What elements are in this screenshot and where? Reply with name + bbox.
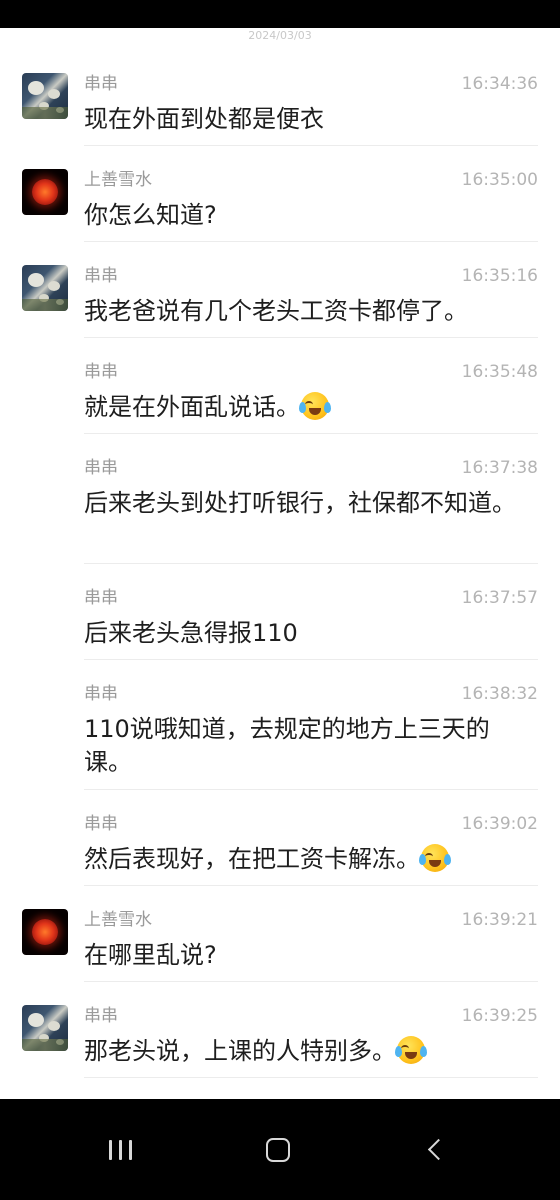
message-text: 就是在外面乱说话。	[84, 393, 300, 421]
message-time: 16:35:48	[461, 362, 538, 382]
home-icon	[266, 1137, 290, 1162]
back-icon	[427, 1138, 449, 1161]
back-button[interactable]	[395, 1099, 475, 1200]
sender-name: 串串	[84, 684, 118, 704]
message-time: 16:35:00	[461, 170, 538, 190]
recent-apps-button[interactable]	[80, 1099, 160, 1200]
message-text: 然后表现好，在把工资卡解冻。	[84, 845, 420, 873]
status-bar	[0, 0, 560, 28]
sender-name: 串串	[84, 1006, 118, 1026]
message-text: 后来老头急得报110	[84, 619, 298, 647]
message-text: 在哪里乱说?	[84, 941, 217, 969]
sender-name: 串串	[84, 458, 118, 478]
message-text-wrap: 那老头说，上课的人特别多。	[84, 1035, 534, 1068]
face-with-tears-of-joy-icon	[395, 1036, 427, 1064]
message-time: 16:39:21	[461, 910, 538, 930]
message-item[interactable]: 串串 16:37:57 后来老头急得报110	[0, 564, 560, 660]
message-item[interactable]: 串串 16:39:02 然后表现好，在把工资卡解冻。	[0, 790, 560, 886]
divider	[84, 1077, 538, 1078]
sender-name: 串串	[84, 266, 118, 286]
home-button[interactable]	[238, 1099, 318, 1200]
message-text-wrap: 然后表现好，在把工资卡解冻。	[84, 843, 534, 876]
date-header: 2024/03/03	[248, 29, 312, 42]
message-text: 那老头说，上课的人特别多。	[84, 1037, 396, 1065]
message-time: 16:35:16	[461, 266, 538, 286]
message-time: 16:38:32	[461, 684, 538, 704]
message-time: 16:34:36	[461, 74, 538, 94]
red-sun-avatar[interactable]	[22, 169, 68, 215]
message-time: 16:39:25	[461, 1006, 538, 1026]
painting-avatar[interactable]	[22, 1005, 68, 1051]
message-item[interactable]: 串串 16:34:36 现在外面到处都是便衣	[0, 50, 560, 146]
message-text: 我老爸说有几个老头工资卡都停了。	[84, 297, 468, 325]
red-sun-avatar[interactable]	[22, 909, 68, 955]
message-item[interactable]: 上善雪水 16:35:00 你怎么知道?	[0, 146, 560, 242]
message-text: 后来老头到处打听银行，社保都不知道。	[84, 489, 516, 517]
message-item[interactable]: 串串 16:38:32 110说哦知道，去规定的地方上三天的课。	[0, 660, 560, 790]
painting-avatar[interactable]	[22, 73, 68, 119]
sender-name: 串串	[84, 588, 118, 608]
message-text: 110说哦知道，去规定的地方上三天的课。	[84, 715, 490, 776]
sender-name: 上善雪水	[84, 170, 152, 190]
recent-apps-icon	[108, 1139, 132, 1160]
message-time: 16:37:57	[461, 588, 538, 608]
message-text: 现在外面到处都是便衣	[84, 105, 324, 133]
message-text-wrap: 就是在外面乱说话。	[84, 391, 534, 424]
chat-record-list[interactable]: 串串 16:34:36 现在外面到处都是便衣 上善雪水 16:35:00 你怎么…	[0, 50, 560, 1078]
message-item[interactable]: 串串 16:35:16 我老爸说有几个老头工资卡都停了。	[0, 242, 560, 338]
message-item[interactable]: 上善雪水 16:39:21 在哪里乱说?	[0, 886, 560, 982]
face-with-tears-of-joy-icon	[299, 392, 331, 420]
message-item[interactable]: 串串 16:37:38 后来老头到处打听银行，社保都不知道。	[0, 434, 560, 564]
message-item[interactable]: 串串 16:39:25 那老头说，上课的人特别多。	[0, 982, 560, 1078]
sender-name: 串串	[84, 814, 118, 834]
message-text: 你怎么知道?	[84, 201, 217, 229]
sender-name: 串串	[84, 362, 118, 382]
sender-name: 上善雪水	[84, 910, 152, 930]
message-item[interactable]: 串串 16:35:48 就是在外面乱说话。	[0, 338, 560, 434]
face-with-tears-of-joy-icon	[419, 844, 451, 872]
sender-name: 串串	[84, 74, 118, 94]
navigation-bar	[0, 1099, 560, 1200]
painting-avatar[interactable]	[22, 265, 68, 311]
message-time: 16:37:38	[461, 458, 538, 478]
message-time: 16:39:02	[461, 814, 538, 834]
